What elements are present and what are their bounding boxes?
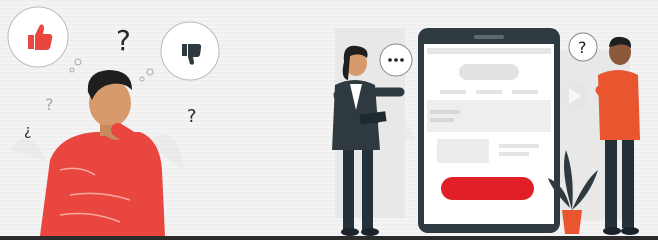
mockup-image-card <box>437 139 489 163</box>
thumbs-down-icon <box>160 21 220 81</box>
question-mark-icon: ? <box>116 24 131 57</box>
mockup-content-block <box>427 100 551 132</box>
mockup-cta-button[interactable] <box>441 177 534 200</box>
phone-speaker <box>474 35 504 39</box>
bottom-strip <box>0 236 658 240</box>
thinking-man: ? ? ? ¿ <box>7 6 220 236</box>
thumbs-up-icon <box>7 6 69 68</box>
question-bubble-icon: ? <box>568 32 598 62</box>
svg-text:?: ? <box>578 38 587 57</box>
speech-bubble-ellipsis-icon <box>379 43 413 77</box>
scene-svg: ? ? ? ¿ ? <box>7 6 640 236</box>
question-mark-icon: ? <box>45 95 54 114</box>
mockup-header-pill <box>459 64 519 80</box>
question-mark-icon: ¿ <box>24 123 31 139</box>
illustration-scene: ? ? ? ¿ ? <box>0 0 658 240</box>
phone-mockup <box>418 28 560 233</box>
question-mark-icon: ? <box>187 106 197 127</box>
